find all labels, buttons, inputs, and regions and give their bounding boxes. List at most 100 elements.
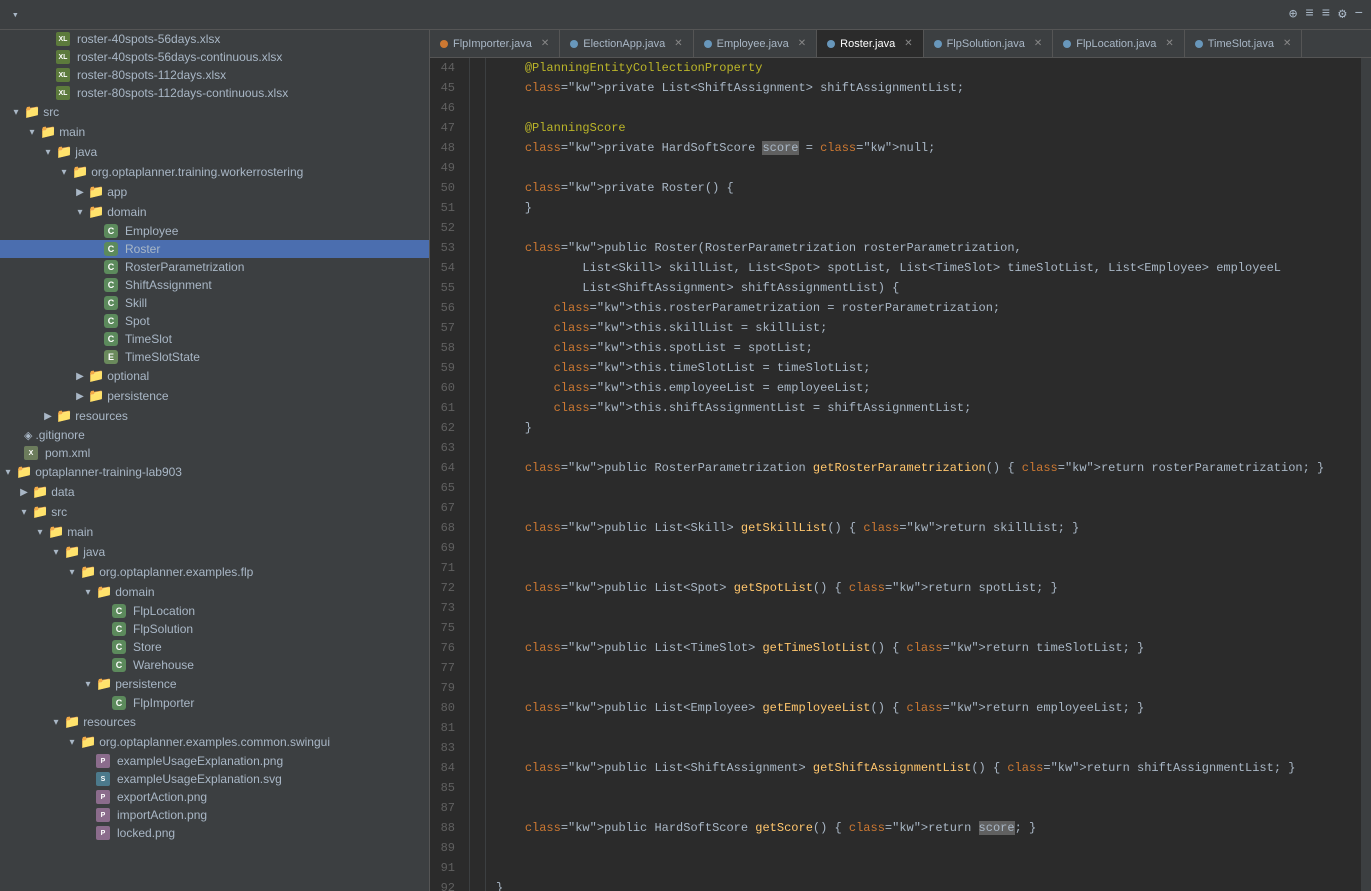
tab-close-timeslot[interactable]: ✕ (1283, 38, 1291, 49)
sidebar-item-importAction-png[interactable]: PimportAction.png (0, 806, 429, 824)
sidebar-item-exampleUsageExplanation-png[interactable]: PexampleUsageExplanation.png (0, 752, 429, 770)
line-number-64: 64 (430, 458, 461, 478)
sidebar-item-employee[interactable]: CEmployee (0, 222, 429, 240)
tab-label-timeslot: TimeSlot.java (1208, 38, 1274, 50)
sidebar-item-timeslot[interactable]: CTimeSlot (0, 330, 429, 348)
tab-close-flpsolution[interactable]: ✕ (1034, 38, 1042, 49)
tab-close-roster[interactable]: ✕ (904, 38, 912, 49)
tab-electionapp[interactable]: ElectionApp.java✕ (560, 30, 693, 57)
sidebar-label-roster: Roster (125, 242, 160, 256)
sidebar-item-file-4[interactable]: XLroster-80spots-112days-continuous.xlsx (0, 84, 429, 102)
sidebar-item-exportAction-png[interactable]: PexportAction.png (0, 788, 429, 806)
sidebar-item-persistence2[interactable]: ▾📁persistence (0, 674, 429, 694)
line-number-68: 68 (430, 518, 461, 538)
sidebar-item-warehouse[interactable]: CWarehouse (0, 656, 429, 674)
sidebar-label-resources: resources (75, 409, 128, 423)
sidebar-item-flpsolution[interactable]: CFlpSolution (0, 620, 429, 638)
gutter-cell-46 (470, 98, 485, 118)
sidebar-item-resources2[interactable]: ▾📁resources (0, 712, 429, 732)
sidebar-item-pkg2[interactable]: ▾📁org.optaplanner.examples.flp (0, 562, 429, 582)
sidebar-item-pomxml[interactable]: Xpom.xml (0, 444, 429, 462)
line-number-47: 47 (430, 118, 461, 138)
sidebar-item-file-3[interactable]: XLroster-80spots-112days.xlsx (0, 66, 429, 84)
tree-arrow-persistence2: ▾ (80, 679, 96, 690)
sidebar-item-java2[interactable]: ▾📁java (0, 542, 429, 562)
sidebar-item-main[interactable]: ▾📁main (0, 122, 429, 142)
tab-close-flpimporter[interactable]: ✕ (541, 38, 549, 49)
tab-dot-flplocation (1063, 40, 1071, 48)
sidebar-item-domain[interactable]: ▾📁domain (0, 202, 429, 222)
minimize-icon[interactable]: − (1355, 6, 1363, 23)
sidebar-label-persistence2: persistence (115, 677, 176, 691)
code-content[interactable]: @PlanningEntityCollectionProperty class=… (486, 58, 1361, 891)
gutter-cell-45 (470, 78, 485, 98)
tab-close-flplocation[interactable]: ✕ (1165, 38, 1173, 49)
sidebar-item-main2[interactable]: ▾📁main (0, 522, 429, 542)
tab-flplocation[interactable]: FlpLocation.java✕ (1053, 30, 1185, 57)
sidebar-item-java[interactable]: ▾📁java (0, 142, 429, 162)
layout-icon[interactable]: ⊕ (1289, 6, 1297, 23)
tab-flpimporter[interactable]: FlpImporter.java✕ (430, 30, 560, 57)
settings-icon[interactable]: ⚙ (1338, 6, 1346, 23)
sidebar-item-domain2[interactable]: ▾📁domain (0, 582, 429, 602)
filter-icon[interactable]: ≡ (1322, 6, 1330, 23)
sidebar-item-src[interactable]: ▾📁src (0, 102, 429, 122)
gutter-cell-72 (470, 578, 485, 598)
sidebar-item-timeslotstate[interactable]: ETimeSlotState (0, 348, 429, 366)
sidebar-item-pkg3[interactable]: ▾📁org.optaplanner.examples.common.swingu… (0, 732, 429, 752)
sidebar-item-lab903[interactable]: ▾📁optaplanner-training-lab903 (0, 462, 429, 482)
line-number-87: 87 (430, 798, 461, 818)
gutter-cell-57 (470, 318, 485, 338)
sidebar-label-store: Store (133, 640, 162, 654)
sidebar-item-pkg[interactable]: ▾📁org.optaplanner.training.workerrosteri… (0, 162, 429, 182)
sidebar-item-rosterparametrization[interactable]: CRosterParametrization (0, 258, 429, 276)
sidebar-item-gitignore[interactable]: ◈.gitignore (0, 426, 429, 444)
sidebar-item-shiftassignment[interactable]: CShiftAssignment (0, 276, 429, 294)
tab-roster[interactable]: Roster.java✕ (817, 30, 923, 57)
sidebar-label-gitignore: .gitignore (35, 428, 84, 442)
sidebar-item-resources[interactable]: ▶📁resources (0, 406, 429, 426)
sidebar-item-exampleUsageExplanation-svg[interactable]: SexampleUsageExplanation.svg (0, 770, 429, 788)
sidebar-item-locked-png[interactable]: Plocked.png (0, 824, 429, 842)
code-line-50: class="kw">private Roster() { (496, 178, 1361, 198)
tab-timeslot[interactable]: TimeSlot.java ✕ (1185, 30, 1303, 57)
sidebar-label-file-1: roster-40spots-56days.xlsx (77, 32, 220, 46)
sidebar[interactable]: XLroster-40spots-56days.xlsxXLroster-40s… (0, 30, 430, 891)
sidebar-item-src2[interactable]: ▾📁src (0, 502, 429, 522)
tab-close-electionapp[interactable]: ✕ (674, 38, 682, 49)
svg-icon: S (96, 772, 110, 786)
tab-employee[interactable]: Employee.java✕ (694, 30, 818, 57)
gutter-cell-67 (470, 498, 485, 518)
class-c-icon: C (112, 658, 126, 672)
sidebar-item-flpimporter[interactable]: CFlpImporter (0, 694, 429, 712)
sidebar-item-store[interactable]: CStore (0, 638, 429, 656)
list-icon[interactable]: ≡ (1305, 6, 1313, 23)
sidebar-item-roster[interactable]: CRoster (0, 240, 429, 258)
sidebar-item-spot[interactable]: CSpot (0, 312, 429, 330)
tree-arrow-src: ▾ (8, 107, 24, 118)
sidebar-label-domain: domain (107, 205, 146, 219)
sidebar-item-flplocation[interactable]: CFlpLocation (0, 602, 429, 620)
tab-bar: FlpImporter.java✕ElectionApp.java✕Employ… (430, 30, 1371, 58)
sidebar-label-pkg2: org.optaplanner.examples.flp (99, 565, 253, 579)
top-bar-icons: ⊕ ≡ ≡ ⚙ − (1289, 6, 1363, 23)
dropdown-icon[interactable]: ▾ (12, 8, 19, 22)
scroll-bar-right[interactable] (1361, 58, 1371, 891)
sidebar-item-file-1[interactable]: XLroster-40spots-56days.xlsx (0, 30, 429, 48)
line-number-49: 49 (430, 158, 461, 178)
sidebar-item-skill[interactable]: CSkill (0, 294, 429, 312)
gutter-cell-52 (470, 218, 485, 238)
sidebar-item-data[interactable]: ▶📁data (0, 482, 429, 502)
tab-close-employee[interactable]: ✕ (798, 38, 806, 49)
tab-dot-flpimporter (440, 40, 448, 48)
sidebar-label-java2: java (83, 545, 105, 559)
tab-flpsolution[interactable]: FlpSolution.java✕ (924, 30, 1054, 57)
sidebar-item-optional[interactable]: ▶📁optional (0, 366, 429, 386)
gutter-cell-44 (470, 58, 485, 78)
line-number-59: 59 (430, 358, 461, 378)
sidebar-item-file-2[interactable]: XLroster-40spots-56days-continuous.xlsx (0, 48, 429, 66)
gutter-cell-71 (470, 558, 485, 578)
sidebar-item-app[interactable]: ▶📁app (0, 182, 429, 202)
line-number-76: 76 (430, 638, 461, 658)
sidebar-item-persistence[interactable]: ▶📁persistence (0, 386, 429, 406)
